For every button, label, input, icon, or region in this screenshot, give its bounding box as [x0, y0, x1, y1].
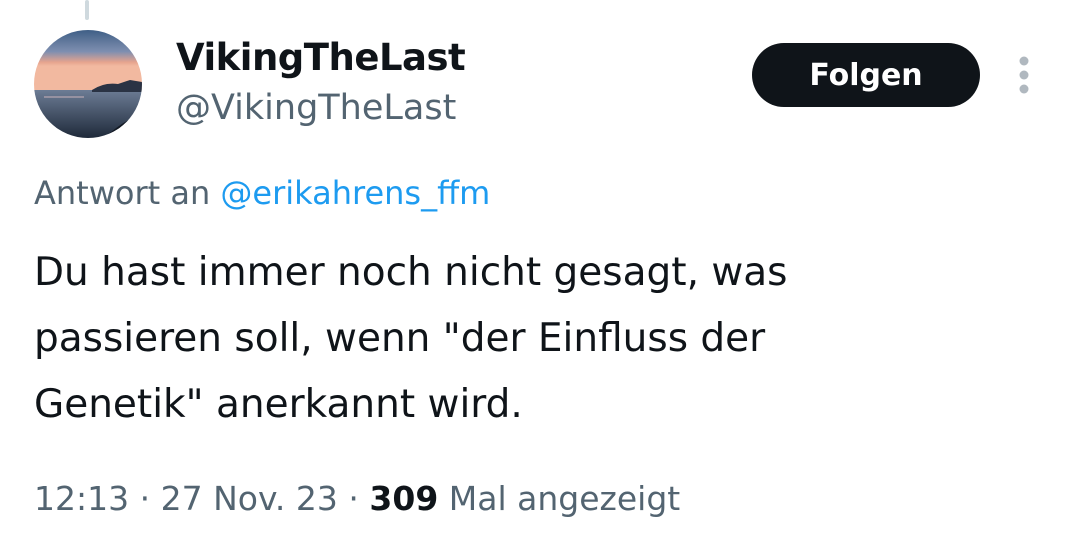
- user-handle[interactable]: @VikingTheLast: [176, 84, 456, 132]
- reply-mention-link[interactable]: @erikahrens_ffm: [220, 174, 490, 212]
- tweet-time[interactable]: 12:13: [34, 479, 129, 518]
- reply-prefix: Antwort an: [34, 174, 211, 212]
- tweet-text: Du hast immer noch nicht gesagt, was pas…: [34, 250, 788, 427]
- tweet-date[interactable]: 27 Nov. 23: [161, 479, 338, 518]
- reply-context: Antwort an @erikahrens_ffm: [34, 168, 490, 218]
- views-count: 309: [369, 479, 439, 518]
- more-options-button[interactable]: [1008, 52, 1040, 98]
- views-label: Mal angezeigt: [448, 479, 681, 518]
- sunset-sea-avatar-image: [34, 30, 142, 138]
- display-name[interactable]: VikingTheLast: [176, 34, 466, 82]
- avatar[interactable]: [34, 30, 142, 138]
- meta-separator: ·: [348, 479, 359, 518]
- tweet-meta: 12:13 · 27 Nov. 23 · 309 Mal angezeigt: [34, 474, 680, 524]
- more-vertical-icon: [1019, 56, 1029, 94]
- meta-separator: ·: [139, 479, 151, 518]
- thread-connector-line: [85, 0, 89, 20]
- tweet-card: VikingTheLast @VikingTheLast Folgen Antw…: [0, 0, 1080, 554]
- follow-button[interactable]: Folgen: [752, 43, 980, 107]
